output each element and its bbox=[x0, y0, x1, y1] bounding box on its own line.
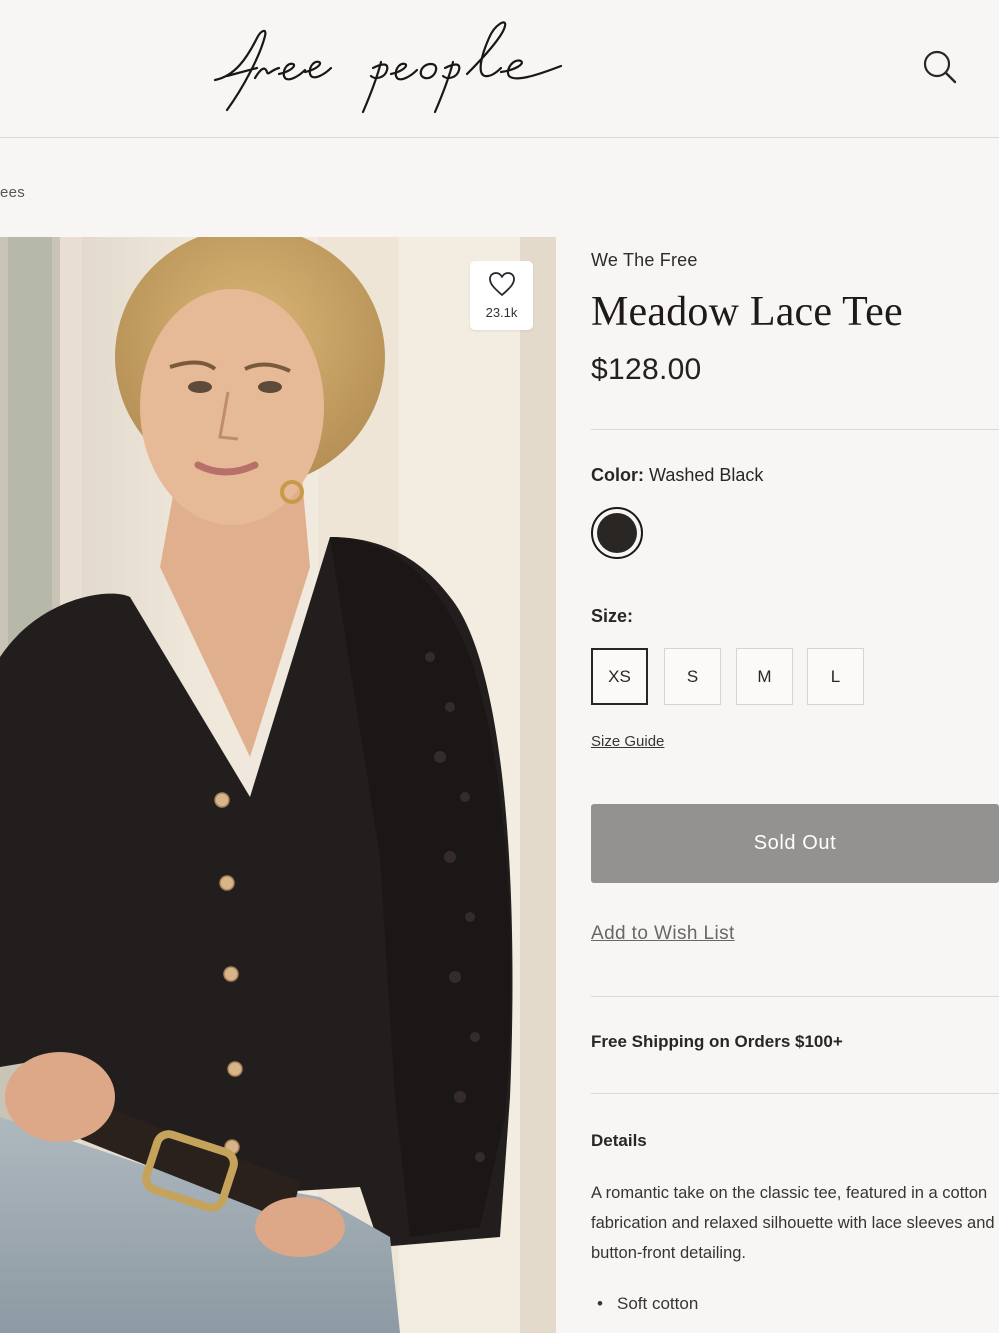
product-description: A romantic take on the classic tee, feat… bbox=[591, 1184, 995, 1262]
size-option-xs[interactable]: XS bbox=[591, 648, 648, 705]
add-to-wishlist-link[interactable]: Add to Wish List bbox=[591, 923, 735, 945]
color-label: Color: Washed Black bbox=[591, 465, 763, 486]
divider bbox=[591, 996, 999, 997]
details-heading[interactable]: Details bbox=[591, 1131, 647, 1151]
search-button[interactable] bbox=[918, 46, 960, 88]
size-option-s[interactable]: S bbox=[664, 648, 721, 705]
product-image[interactable] bbox=[0, 237, 556, 1333]
product-price: $128.00 bbox=[591, 353, 702, 386]
color-label-title: Color: bbox=[591, 465, 644, 485]
size-option-l[interactable]: L bbox=[807, 648, 864, 705]
size-option-m[interactable]: M bbox=[736, 648, 793, 705]
divider bbox=[591, 429, 999, 430]
detail-bullet-text: Soft cotton bbox=[617, 1294, 699, 1313]
divider bbox=[591, 1093, 999, 1094]
product-title: Meadow Lace Tee bbox=[591, 289, 903, 335]
sold-out-button[interactable]: Sold Out bbox=[591, 804, 999, 883]
color-swatch-washed-black[interactable] bbox=[591, 507, 643, 559]
breadcrumb[interactable]: ees bbox=[0, 184, 25, 201]
product-brand[interactable]: We The Free bbox=[591, 250, 698, 271]
swatch-fill bbox=[597, 513, 637, 553]
size-label: Size: bbox=[591, 606, 634, 626]
size-guide-link[interactable]: Size Guide bbox=[591, 733, 664, 750]
favorite-count: 23.1k bbox=[485, 305, 518, 320]
search-icon bbox=[923, 50, 957, 84]
free-shipping-text: Free Shipping on Orders $100+ bbox=[591, 1032, 843, 1051]
model-photo bbox=[0, 237, 556, 1333]
heart-icon bbox=[489, 272, 515, 296]
favorite-button[interactable]: 23.1k bbox=[470, 261, 533, 330]
logo-script bbox=[213, 21, 563, 114]
brand-logo[interactable] bbox=[205, 18, 585, 118]
site-header bbox=[0, 0, 999, 138]
detail-bullet: Soft cotton bbox=[597, 1294, 698, 1314]
color-value: Washed Black bbox=[649, 465, 764, 485]
